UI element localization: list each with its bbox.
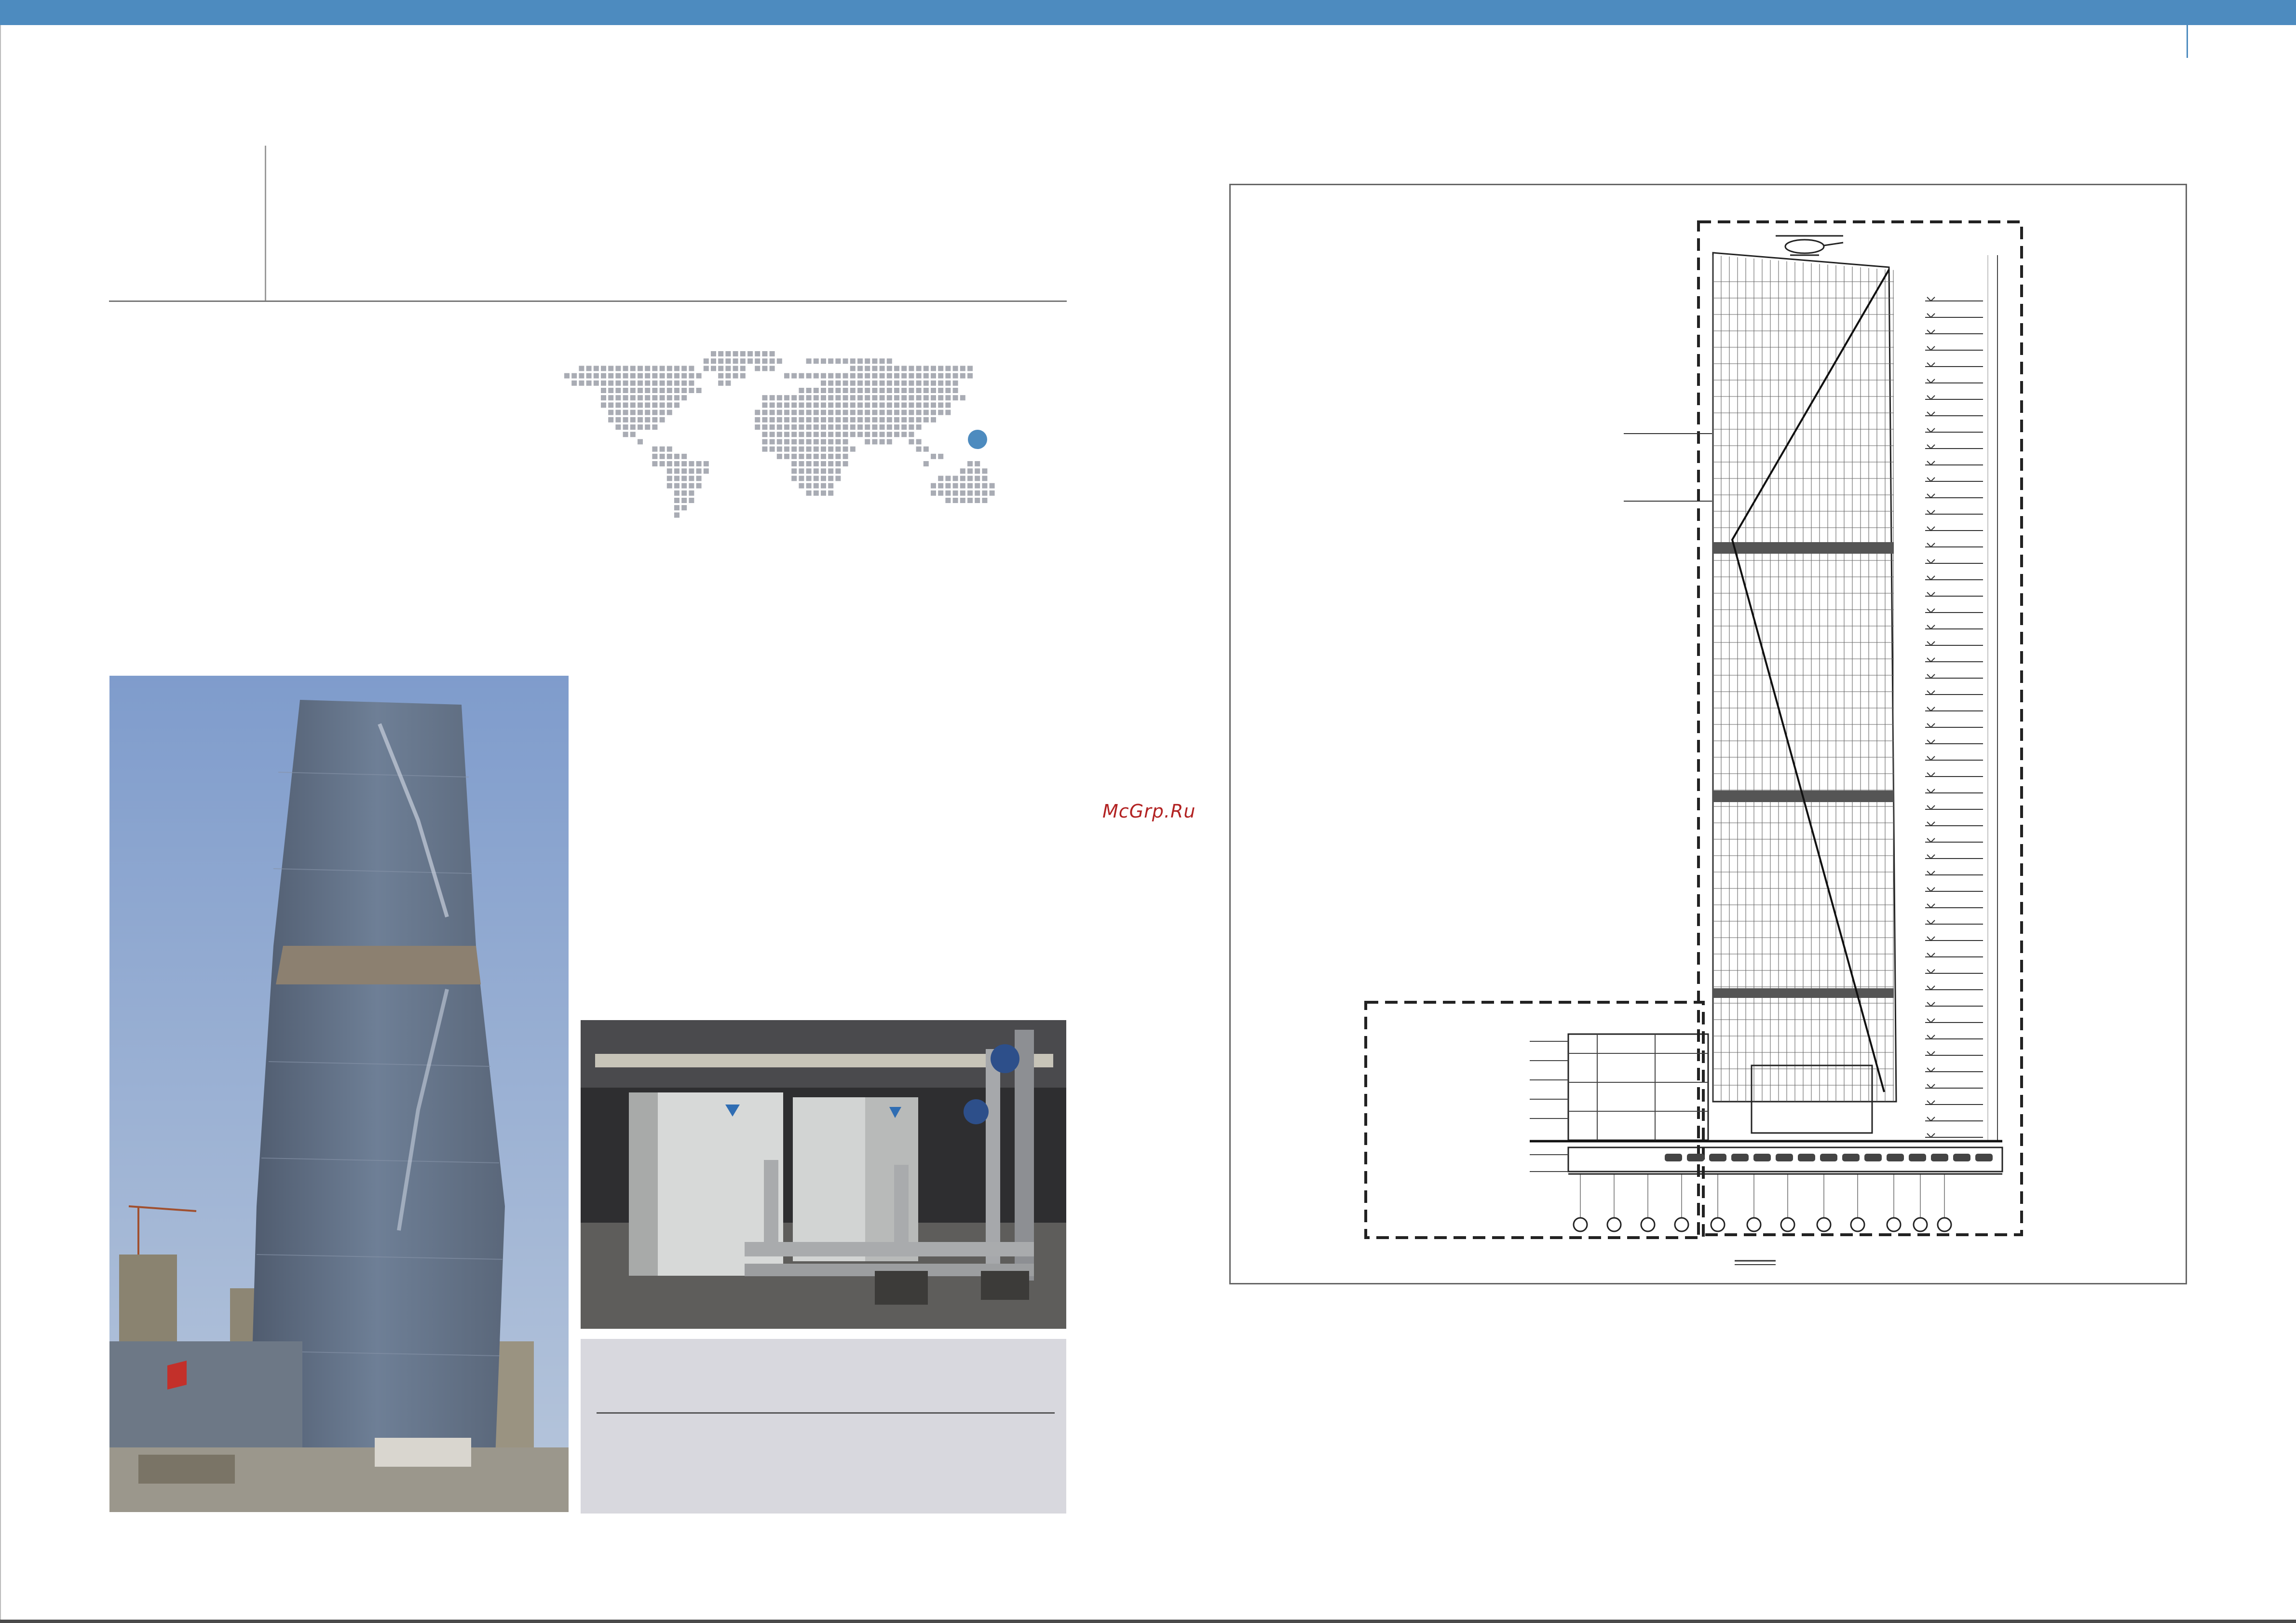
world-map-dots: [564, 351, 995, 518]
helicopter-icon: [1776, 235, 1844, 256]
title-divider-vertical: [265, 146, 266, 301]
project-location-marker: [968, 430, 987, 449]
top-bar-tick: [2187, 25, 2188, 58]
page-bottom-rule: [0, 1620, 2296, 1623]
elevation-drawing: [1229, 184, 2187, 1284]
watermark-text: McGrp.Ru: [1102, 801, 1196, 822]
page-left-edge: [0, 25, 1, 1620]
caption-box: [581, 1339, 1066, 1514]
tower-photo: [109, 676, 569, 1512]
caption-rule: [597, 1412, 1055, 1414]
top-accent-bar: [0, 0, 2296, 25]
title-divider-horizontal: [109, 300, 1067, 302]
world-map: [564, 351, 995, 518]
equipment-room-photo: [581, 1020, 1066, 1329]
